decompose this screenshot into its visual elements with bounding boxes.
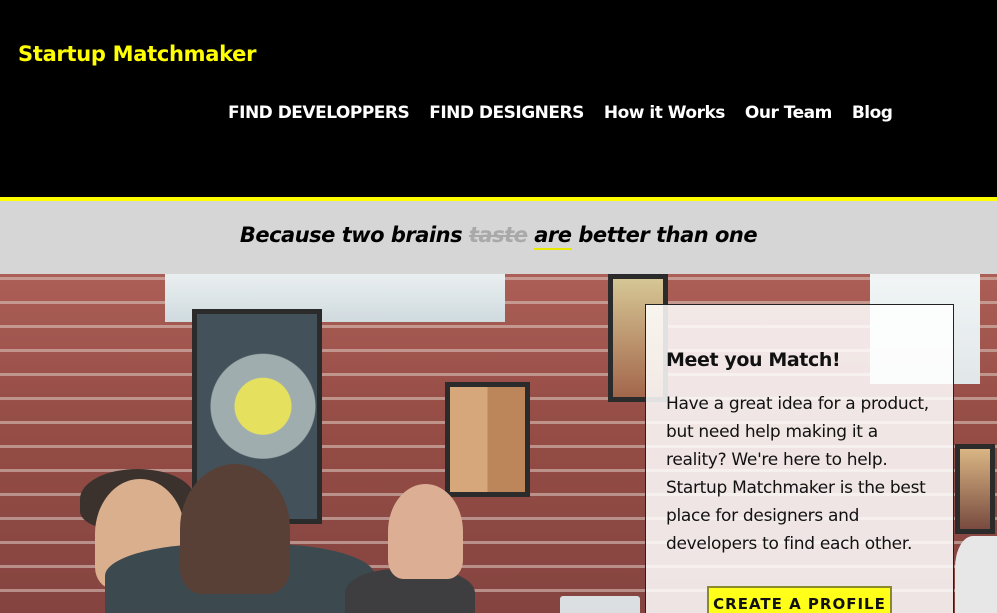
nav-link-blog[interactable]: Blog — [852, 103, 893, 123]
nav-item-find-developers: FIND DEVELOPPERS — [228, 103, 410, 123]
tagline-start: Because two brains — [239, 223, 469, 247]
tagline: Because two brains taste are better than… — [0, 223, 997, 250]
brand-logo-link[interactable]: Startup Matchmaker — [18, 42, 256, 66]
nav-link-find-developers[interactable]: FIND DEVELOPPERS — [228, 103, 410, 123]
nav-item-blog: Blog — [852, 103, 893, 123]
site-header: Startup Matchmaker FIND DEVELOPPERS FIND… — [0, 0, 997, 197]
tagline-struck-word: taste — [468, 223, 528, 247]
nav-link-our-team[interactable]: Our Team — [745, 103, 832, 123]
main-nav: FIND DEVELOPPERS FIND DESIGNERS How it W… — [228, 103, 893, 123]
tagline-band: Because two brains taste are better than… — [0, 201, 997, 274]
create-profile-button[interactable]: CREATE A PROFILE — [707, 586, 892, 613]
nav-item-our-team: Our Team — [745, 103, 832, 123]
tagline-end: better than one — [571, 223, 758, 247]
card-title: Meet you Match! — [666, 349, 841, 371]
nav-item-find-designers: FIND DESIGNERS — [429, 103, 584, 123]
nav-link-find-designers[interactable]: FIND DESIGNERS — [429, 103, 584, 123]
card-description: Have a great idea for a product, but nee… — [666, 394, 929, 554]
nav-link-how-it-works[interactable]: How it Works — [604, 103, 726, 123]
nav-item-how-it-works: How it Works — [604, 103, 726, 123]
match-card: Meet you Match! Have a great idea for a … — [645, 304, 954, 613]
tagline-underlined-word: are — [534, 223, 572, 250]
